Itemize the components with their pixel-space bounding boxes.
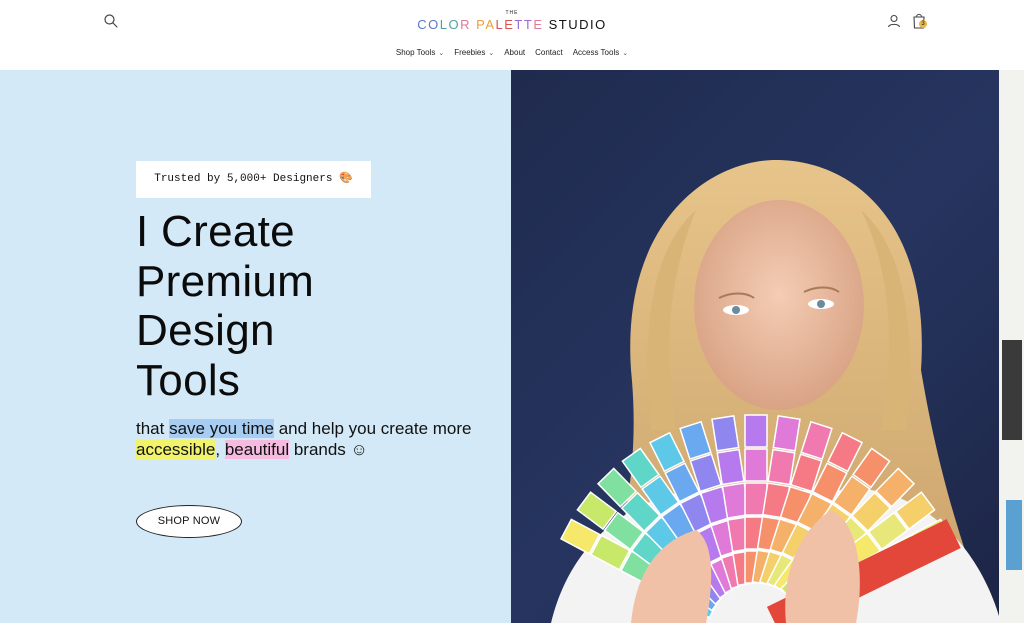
highlight-beautiful: beautiful	[224, 439, 290, 459]
hero-photo-illustration	[551, 70, 1024, 623]
nav-item-label: Access Tools	[572, 48, 620, 57]
nav-item-label: About	[504, 48, 526, 57]
sub-text-1: that	[136, 419, 170, 438]
trust-badge: Trusted by 5,000+ Designers 🎨	[136, 161, 371, 198]
logo-letter: O	[428, 17, 440, 32]
logo-letter: O	[448, 17, 461, 32]
headline-line: Design	[136, 306, 275, 355]
hero-headline: I Create Premium Design Tools	[136, 207, 496, 405]
nav-item-freebies[interactable]: Freebies ⌄	[454, 46, 494, 61]
logo-letter: S	[548, 17, 559, 32]
highlight-save-time: save you time	[169, 419, 274, 438]
account-icon[interactable]	[886, 13, 902, 29]
logo-wordmark: COLOR PALETTE STUDIO	[417, 17, 607, 33]
sub-text-4: brands ☺	[289, 439, 368, 459]
cart-count-badge: 3	[919, 20, 927, 28]
logo-letter: T	[523, 17, 534, 32]
logo-letter: R	[460, 17, 471, 32]
nav-item-access-tools[interactable]: Access Tools ⌄	[573, 46, 628, 61]
logo-the: THE	[505, 10, 519, 16]
logo-letter: E	[504, 17, 515, 32]
logo-letter: O	[595, 17, 607, 32]
nav-item-contact[interactable]: Contact	[535, 46, 563, 60]
headline-line: I Create	[136, 207, 295, 256]
logo-letter: A	[485, 17, 496, 32]
nav-item-about[interactable]: About	[504, 46, 525, 60]
logo-letter: L	[495, 17, 505, 32]
main-nav: Shop Tools ⌄ Freebies ⌄ About Contact Access T…	[0, 46, 1024, 61]
chevron-down-icon: ⌄	[488, 50, 495, 57]
nav-item-label: Contact	[535, 48, 563, 57]
logo-letter: D	[579, 17, 591, 32]
headline-line: Premium	[136, 256, 315, 306]
sub-text-3: ,	[215, 439, 225, 459]
highlight-accessible: accessible	[136, 439, 216, 459]
nav-item-label: Shop Tools	[395, 48, 436, 57]
headline-line: Tools	[136, 355, 241, 405]
site-header: THE COLOR PALETTE STUDIO 3 Shop Tools ⌄ Fr…	[0, 0, 1024, 70]
hero-subheadline: that save you time and help you create m…	[136, 419, 496, 460]
chevron-down-icon: ⌄	[622, 50, 629, 57]
logo-letter: C	[417, 17, 429, 32]
logo-letter: P	[476, 17, 486, 32]
chevron-down-icon: ⌄	[438, 50, 445, 57]
shop-now-button[interactable]: SHOP NOW	[136, 505, 242, 538]
logo-letter: U	[568, 17, 580, 32]
logo-letter: T	[514, 17, 524, 32]
sub-text-2: and help you create more	[273, 419, 472, 438]
nav-item-label: Freebies	[454, 48, 486, 57]
logo-letter: E	[533, 17, 544, 32]
logo-letter: T	[558, 17, 569, 32]
site-logo[interactable]: THE COLOR PALETTE STUDIO	[0, 10, 1024, 34]
nav-item-shop-tools[interactable]: Shop Tools ⌄	[396, 46, 444, 61]
hero-photo	[511, 70, 1024, 623]
